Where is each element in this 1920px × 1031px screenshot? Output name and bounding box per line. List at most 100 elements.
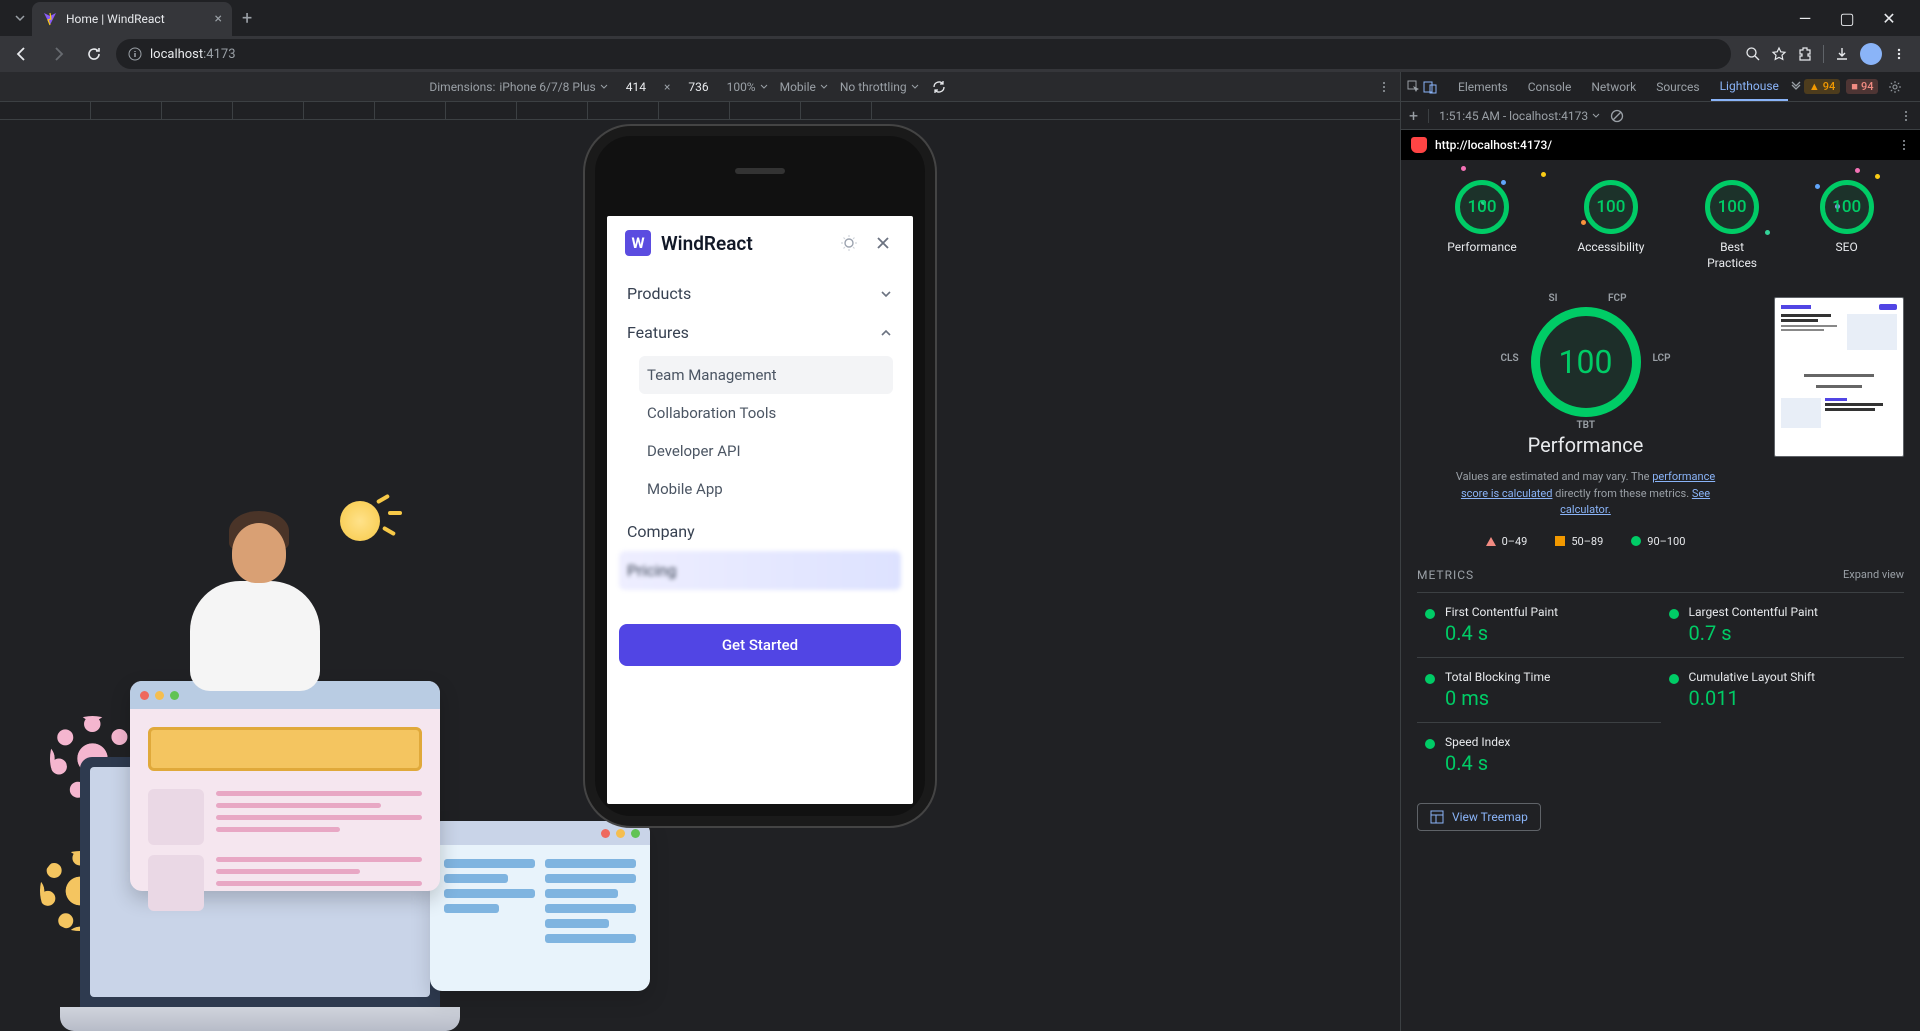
device-toolbar: Dimensions: iPhone 6/7/8 Plus 414 × 736 … (0, 72, 1400, 102)
height-input[interactable]: 736 (682, 80, 714, 94)
lighthouse-toolbar: + 1:51:45 AM - localhost:4173 (1401, 102, 1920, 130)
app-logo: W (625, 230, 651, 256)
ruler (0, 102, 1400, 120)
new-tab-button[interactable]: + (232, 8, 262, 29)
gauge-score: 100 (1820, 180, 1874, 234)
tab-close-icon[interactable]: × (215, 11, 222, 27)
axis-cls: CLS (1501, 353, 1519, 364)
submenu-developer-api[interactable]: Developer API (639, 432, 893, 470)
gauge-label: Best Practices (1707, 240, 1757, 271)
tab-elements[interactable]: Elements (1449, 74, 1517, 100)
tab-console[interactable]: Console (1519, 74, 1581, 100)
metric-fcp[interactable]: First Contentful Paint0.4 s (1417, 592, 1661, 657)
devtools-tabs: Elements Console Network Sources Lightho… (1401, 72, 1920, 102)
device-mode-icon[interactable] (1423, 80, 1437, 94)
submenu-mobile-app[interactable]: Mobile App (639, 470, 893, 508)
gauge-accessibility[interactable]: 100 Accessibility (1577, 180, 1644, 271)
device-name: iPhone 6/7/8 Plus (499, 80, 595, 94)
gauge-performance[interactable]: 100 Performance (1447, 180, 1516, 271)
forward-button[interactable] (44, 40, 72, 68)
bookmark-icon[interactable] (1771, 46, 1787, 62)
legend-high-icon (1631, 536, 1641, 546)
tab-sources[interactable]: Sources (1647, 74, 1708, 100)
close-menu-icon[interactable] (871, 231, 895, 255)
dimensions-select[interactable]: Dimensions: iPhone 6/7/8 Plus (429, 80, 607, 94)
performance-description: Values are estimated and may vary. The p… (1456, 469, 1716, 519)
menu-icon[interactable] (1892, 47, 1906, 61)
tab-network[interactable]: Network (1582, 74, 1645, 100)
menu-item-features[interactable]: Features (619, 313, 901, 352)
lh-url-menu-icon[interactable] (1898, 139, 1910, 151)
site-info-icon[interactable] (128, 47, 142, 61)
mobile-menu: Products Features Team Management Collab… (607, 270, 913, 594)
performance-title: Performance (1528, 433, 1644, 457)
devtools-panel: Elements Console Network Sources Lightho… (1400, 72, 1920, 1031)
inspect-icon[interactable] (1407, 80, 1421, 94)
download-icon[interactable] (1834, 46, 1850, 62)
devtools-menu-icon[interactable] (1912, 81, 1920, 93)
gauge-seo[interactable]: 100 SEO (1820, 180, 1874, 271)
status-dot-icon (1425, 674, 1435, 684)
view-treemap-button[interactable]: View Treemap (1417, 803, 1541, 831)
menu-label: Features (627, 323, 689, 342)
reload-button[interactable] (80, 40, 108, 68)
gauge-best-practices[interactable]: 100 Best Practices (1705, 180, 1759, 271)
menu-item-products[interactable]: Products (619, 274, 901, 313)
warning-badge[interactable]: ▲ 94 (1804, 79, 1840, 94)
theme-toggle-icon[interactable] (837, 231, 861, 255)
treemap-icon (1430, 810, 1444, 824)
metrics-grid: First Contentful Paint0.4 s Largest Cont… (1417, 592, 1904, 787)
menu-item-pricing[interactable]: Pricing (619, 551, 901, 590)
illustration-window-pink (130, 681, 440, 891)
lh-menu-icon[interactable] (1900, 110, 1912, 122)
more-tabs-icon[interactable] (1790, 81, 1802, 93)
device-type-select[interactable]: Mobile (780, 80, 828, 94)
legend-low-icon (1486, 537, 1496, 546)
close-window-button[interactable]: ✕ (1874, 9, 1904, 28)
device-toolbar-menu-icon[interactable] (1378, 81, 1390, 93)
tab-strip: Home | WindReact × + (0, 0, 262, 36)
device-frame: W WindReact Products Features (585, 126, 935, 826)
gauge-score: 100 (1584, 180, 1638, 234)
device-stage: W WindReact Products Features (0, 120, 1400, 1031)
tab-lighthouse[interactable]: Lighthouse (1711, 73, 1788, 101)
chevron-up-icon (879, 326, 893, 340)
report-timestamp[interactable]: 1:51:45 AM - localhost:4173 (1439, 109, 1600, 123)
status-dot-icon (1425, 609, 1435, 619)
clear-report-icon[interactable] (1610, 109, 1624, 123)
address-bar[interactable]: localhost:4173 (116, 39, 1731, 69)
metrics-heading: METRICS (1417, 568, 1474, 582)
zoom-select[interactable]: 100% (727, 80, 768, 94)
big-performance-gauge: 100 (1531, 307, 1641, 417)
metric-cls[interactable]: Cumulative Layout Shift0.011 (1661, 657, 1905, 722)
minimize-button[interactable]: — (1790, 9, 1820, 28)
zoom-icon[interactable] (1745, 46, 1761, 62)
submenu-collaboration-tools[interactable]: Collaboration Tools (639, 394, 893, 432)
axis-si: SI (1549, 293, 1558, 304)
extensions-icon[interactable] (1797, 46, 1813, 62)
error-badge[interactable]: ■ 94 (1846, 79, 1878, 94)
profile-avatar[interactable] (1860, 43, 1882, 65)
submenu-team-management[interactable]: Team Management (639, 356, 893, 394)
rotate-icon[interactable] (931, 79, 947, 95)
metric-si[interactable]: Speed Index0.4 s (1417, 722, 1661, 787)
lightbulb-icon (340, 501, 380, 541)
menu-item-company[interactable]: Company (619, 512, 901, 551)
settings-icon[interactable] (1884, 80, 1906, 94)
maximize-button[interactable]: ▢ (1832, 9, 1862, 28)
new-report-icon[interactable]: + (1409, 106, 1418, 125)
metric-lcp[interactable]: Largest Contentful Paint0.7 s (1661, 592, 1905, 657)
back-button[interactable] (8, 40, 36, 68)
performance-detail: SI FCP CLS LCP TBT 100 Performance Value… (1417, 297, 1754, 548)
dimensions-label: Dimensions: (429, 80, 495, 94)
throttling-select[interactable]: No throttling (840, 80, 919, 94)
tab-list-dropdown[interactable] (8, 6, 32, 30)
toolbar-actions (1739, 43, 1912, 65)
get-started-button[interactable]: Get Started (619, 624, 901, 666)
metric-tbt[interactable]: Total Blocking Time0 ms (1417, 657, 1661, 722)
page-screenshot-thumbnail[interactable] (1774, 297, 1904, 457)
gauge-score: 100 (1705, 180, 1759, 234)
expand-view-link[interactable]: Expand view (1843, 568, 1904, 581)
width-input[interactable]: 414 (620, 80, 652, 94)
browser-tab[interactable]: Home | WindReact × (32, 2, 232, 36)
